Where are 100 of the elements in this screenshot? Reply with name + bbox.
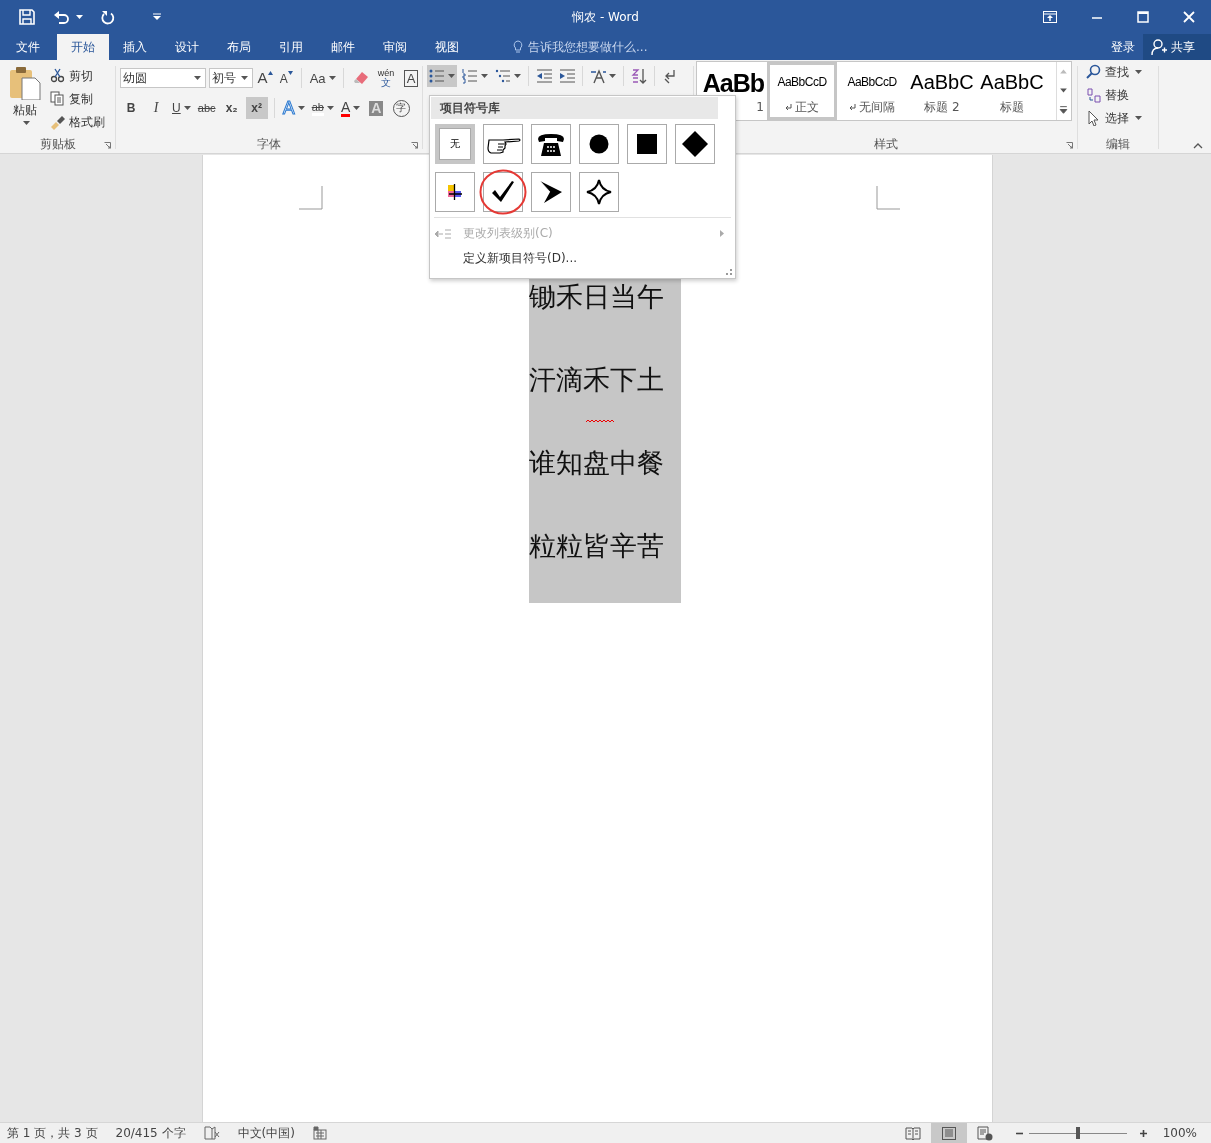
caret-icon bbox=[1135, 70, 1142, 74]
phonetic-guide-button[interactable]: wén 文 bbox=[375, 67, 397, 89]
bullet-option[interactable] bbox=[627, 124, 667, 164]
superscript-button[interactable]: x² bbox=[245, 97, 268, 119]
search-field[interactable]: 告诉我您想要做什么... bbox=[528, 40, 728, 54]
numbered-list-icon bbox=[462, 68, 478, 84]
paragraph-return-icon bbox=[785, 103, 792, 111]
resize-grip-icon[interactable] bbox=[726, 269, 732, 275]
save-icon[interactable] bbox=[19, 9, 35, 25]
copy-icon bbox=[50, 91, 66, 107]
decrease-indent-icon bbox=[536, 68, 552, 84]
bullet-option[interactable] bbox=[483, 124, 523, 164]
ribbon-tab[interactable]: 视图 bbox=[421, 34, 473, 60]
poem-line: 粒粒皆辛苦 bbox=[529, 529, 665, 563]
zoom-level[interactable]: 100% bbox=[1162, 1126, 1197, 1140]
replace-icon bbox=[1086, 87, 1102, 103]
check-icon bbox=[491, 181, 515, 203]
caret-icon bbox=[240, 76, 248, 80]
bullet-option[interactable] bbox=[531, 172, 571, 212]
square-icon bbox=[637, 134, 657, 154]
ribbon-tab[interactable]: 布局 bbox=[213, 34, 265, 60]
paste-button[interactable]: 粘贴 bbox=[8, 66, 42, 135]
lightbulb-icon bbox=[513, 40, 523, 54]
poem-line: 汗滴禾下土 bbox=[529, 363, 681, 425]
diamond-icon bbox=[682, 131, 708, 157]
undo-icon[interactable] bbox=[53, 10, 69, 24]
triangle-icon bbox=[267, 71, 273, 75]
read-mode-icon bbox=[904, 1125, 921, 1141]
grow-font-button[interactable]: A bbox=[255, 67, 275, 89]
word-count[interactable]: 20/415 个字 bbox=[115, 1124, 186, 1142]
multilevel-list-icon bbox=[495, 68, 511, 84]
clipboard-copy-button[interactable]: 复制 bbox=[50, 89, 105, 109]
underline-button[interactable]: U bbox=[170, 97, 193, 119]
submenu-arrow-icon bbox=[720, 230, 724, 237]
group-label: 编辑 bbox=[1106, 135, 1130, 153]
bullet-option[interactable] bbox=[531, 124, 571, 164]
ribbon-display-icon[interactable] bbox=[1043, 11, 1057, 23]
dialog-launcher-icon[interactable] bbox=[104, 142, 111, 149]
font-size-field[interactable]: 初号 bbox=[208, 68, 253, 88]
font-name-field[interactable]: 幼圆 bbox=[120, 68, 206, 88]
proofing-icon[interactable] bbox=[203, 1126, 220, 1140]
ribbon-tab[interactable]: 文件 bbox=[4, 34, 53, 60]
ribbon-tab[interactable]: 插入 bbox=[109, 34, 161, 60]
dialog-launcher-icon[interactable] bbox=[1066, 142, 1073, 149]
close-icon[interactable] bbox=[1183, 11, 1195, 23]
caret-icon bbox=[448, 74, 455, 78]
maximize-icon[interactable] bbox=[1137, 11, 1149, 23]
dialog-launcher-icon[interactable] bbox=[411, 142, 418, 149]
window-title: 悯农 - Word bbox=[572, 8, 639, 26]
sign-in-link[interactable]: 登录 bbox=[1103, 34, 1143, 60]
page-count[interactable]: 第 1 页，共 3 页 bbox=[7, 1124, 98, 1142]
slider-thumb[interactable] bbox=[1075, 1127, 1080, 1139]
select-button[interactable]: 选择 bbox=[1086, 108, 1158, 128]
ribbon-tab[interactable]: 设计 bbox=[161, 34, 213, 60]
change-case-button[interactable]: Aa bbox=[308, 67, 338, 89]
eraser-icon bbox=[353, 70, 369, 86]
customize-icon[interactable] bbox=[153, 13, 161, 21]
find-button[interactable]: 查找 bbox=[1086, 62, 1158, 82]
style-item[interactable]: AaBbCcD 正文 bbox=[767, 62, 837, 120]
margin-corner-icon bbox=[876, 186, 900, 210]
ribbon-tab[interactable]: 审阅 bbox=[369, 34, 421, 60]
style-item[interactable]: AaBbCcD 无间隔 bbox=[837, 62, 907, 120]
bullet-option[interactable]: 无 bbox=[435, 124, 475, 164]
shrink-font-button[interactable]: A bbox=[277, 67, 296, 89]
circle-icon bbox=[589, 134, 609, 154]
style-item[interactable]: AaBbC 标题 2 bbox=[907, 62, 977, 120]
bullet-option[interactable] bbox=[675, 124, 715, 164]
menu-item[interactable]: 定义新项目符号(D)... bbox=[431, 246, 734, 271]
highlight-button[interactable]: ab bbox=[309, 97, 336, 119]
print-layout-button[interactable] bbox=[930, 1123, 967, 1143]
language-indicator[interactable]: 中文(中国) bbox=[237, 1124, 295, 1142]
bullet-option[interactable] bbox=[435, 172, 475, 212]
italic-button[interactable]: I bbox=[145, 97, 167, 119]
four-point-star-icon bbox=[586, 179, 612, 205]
bullet-option[interactable] bbox=[579, 172, 619, 212]
redo-icon[interactable] bbox=[101, 9, 115, 25]
ribbon-tab[interactable]: 开始 bbox=[57, 34, 109, 60]
subscript-button[interactable]: x₂ bbox=[220, 97, 243, 119]
strikethrough-button[interactable]: abc bbox=[195, 97, 218, 119]
zoom-in-icon[interactable] bbox=[1138, 1128, 1148, 1138]
group-label: 剪贴板 bbox=[39, 135, 76, 153]
telephone-icon bbox=[536, 131, 566, 157]
increase-indent-icon bbox=[559, 68, 575, 84]
collapse-ribbon-icon[interactable] bbox=[1193, 143, 1203, 149]
clipboard-format-painter-button[interactable]: 格式刷 bbox=[50, 112, 105, 132]
caret-icon bbox=[481, 74, 488, 78]
bulleted-list-button[interactable] bbox=[427, 65, 457, 87]
caret-icon bbox=[297, 106, 305, 110]
share-button[interactable]: 共享 bbox=[1143, 34, 1211, 60]
bullet-option[interactable] bbox=[579, 124, 619, 164]
ribbon-tab[interactable]: 邮件 bbox=[317, 34, 369, 60]
macro-icon[interactable] bbox=[312, 1126, 327, 1140]
font-color-button[interactable]: A bbox=[338, 97, 363, 119]
style-item[interactable]: AaBbC 标题 bbox=[977, 62, 1047, 120]
bold-button[interactable]: B bbox=[120, 97, 142, 119]
clipboard-cut-button[interactable]: 剪切 bbox=[50, 66, 105, 86]
caret-icon bbox=[328, 76, 336, 80]
magnifier-icon bbox=[1086, 64, 1102, 80]
replace-button[interactable]: 替换 bbox=[1086, 85, 1158, 105]
ribbon-tab[interactable]: 引用 bbox=[265, 34, 317, 60]
